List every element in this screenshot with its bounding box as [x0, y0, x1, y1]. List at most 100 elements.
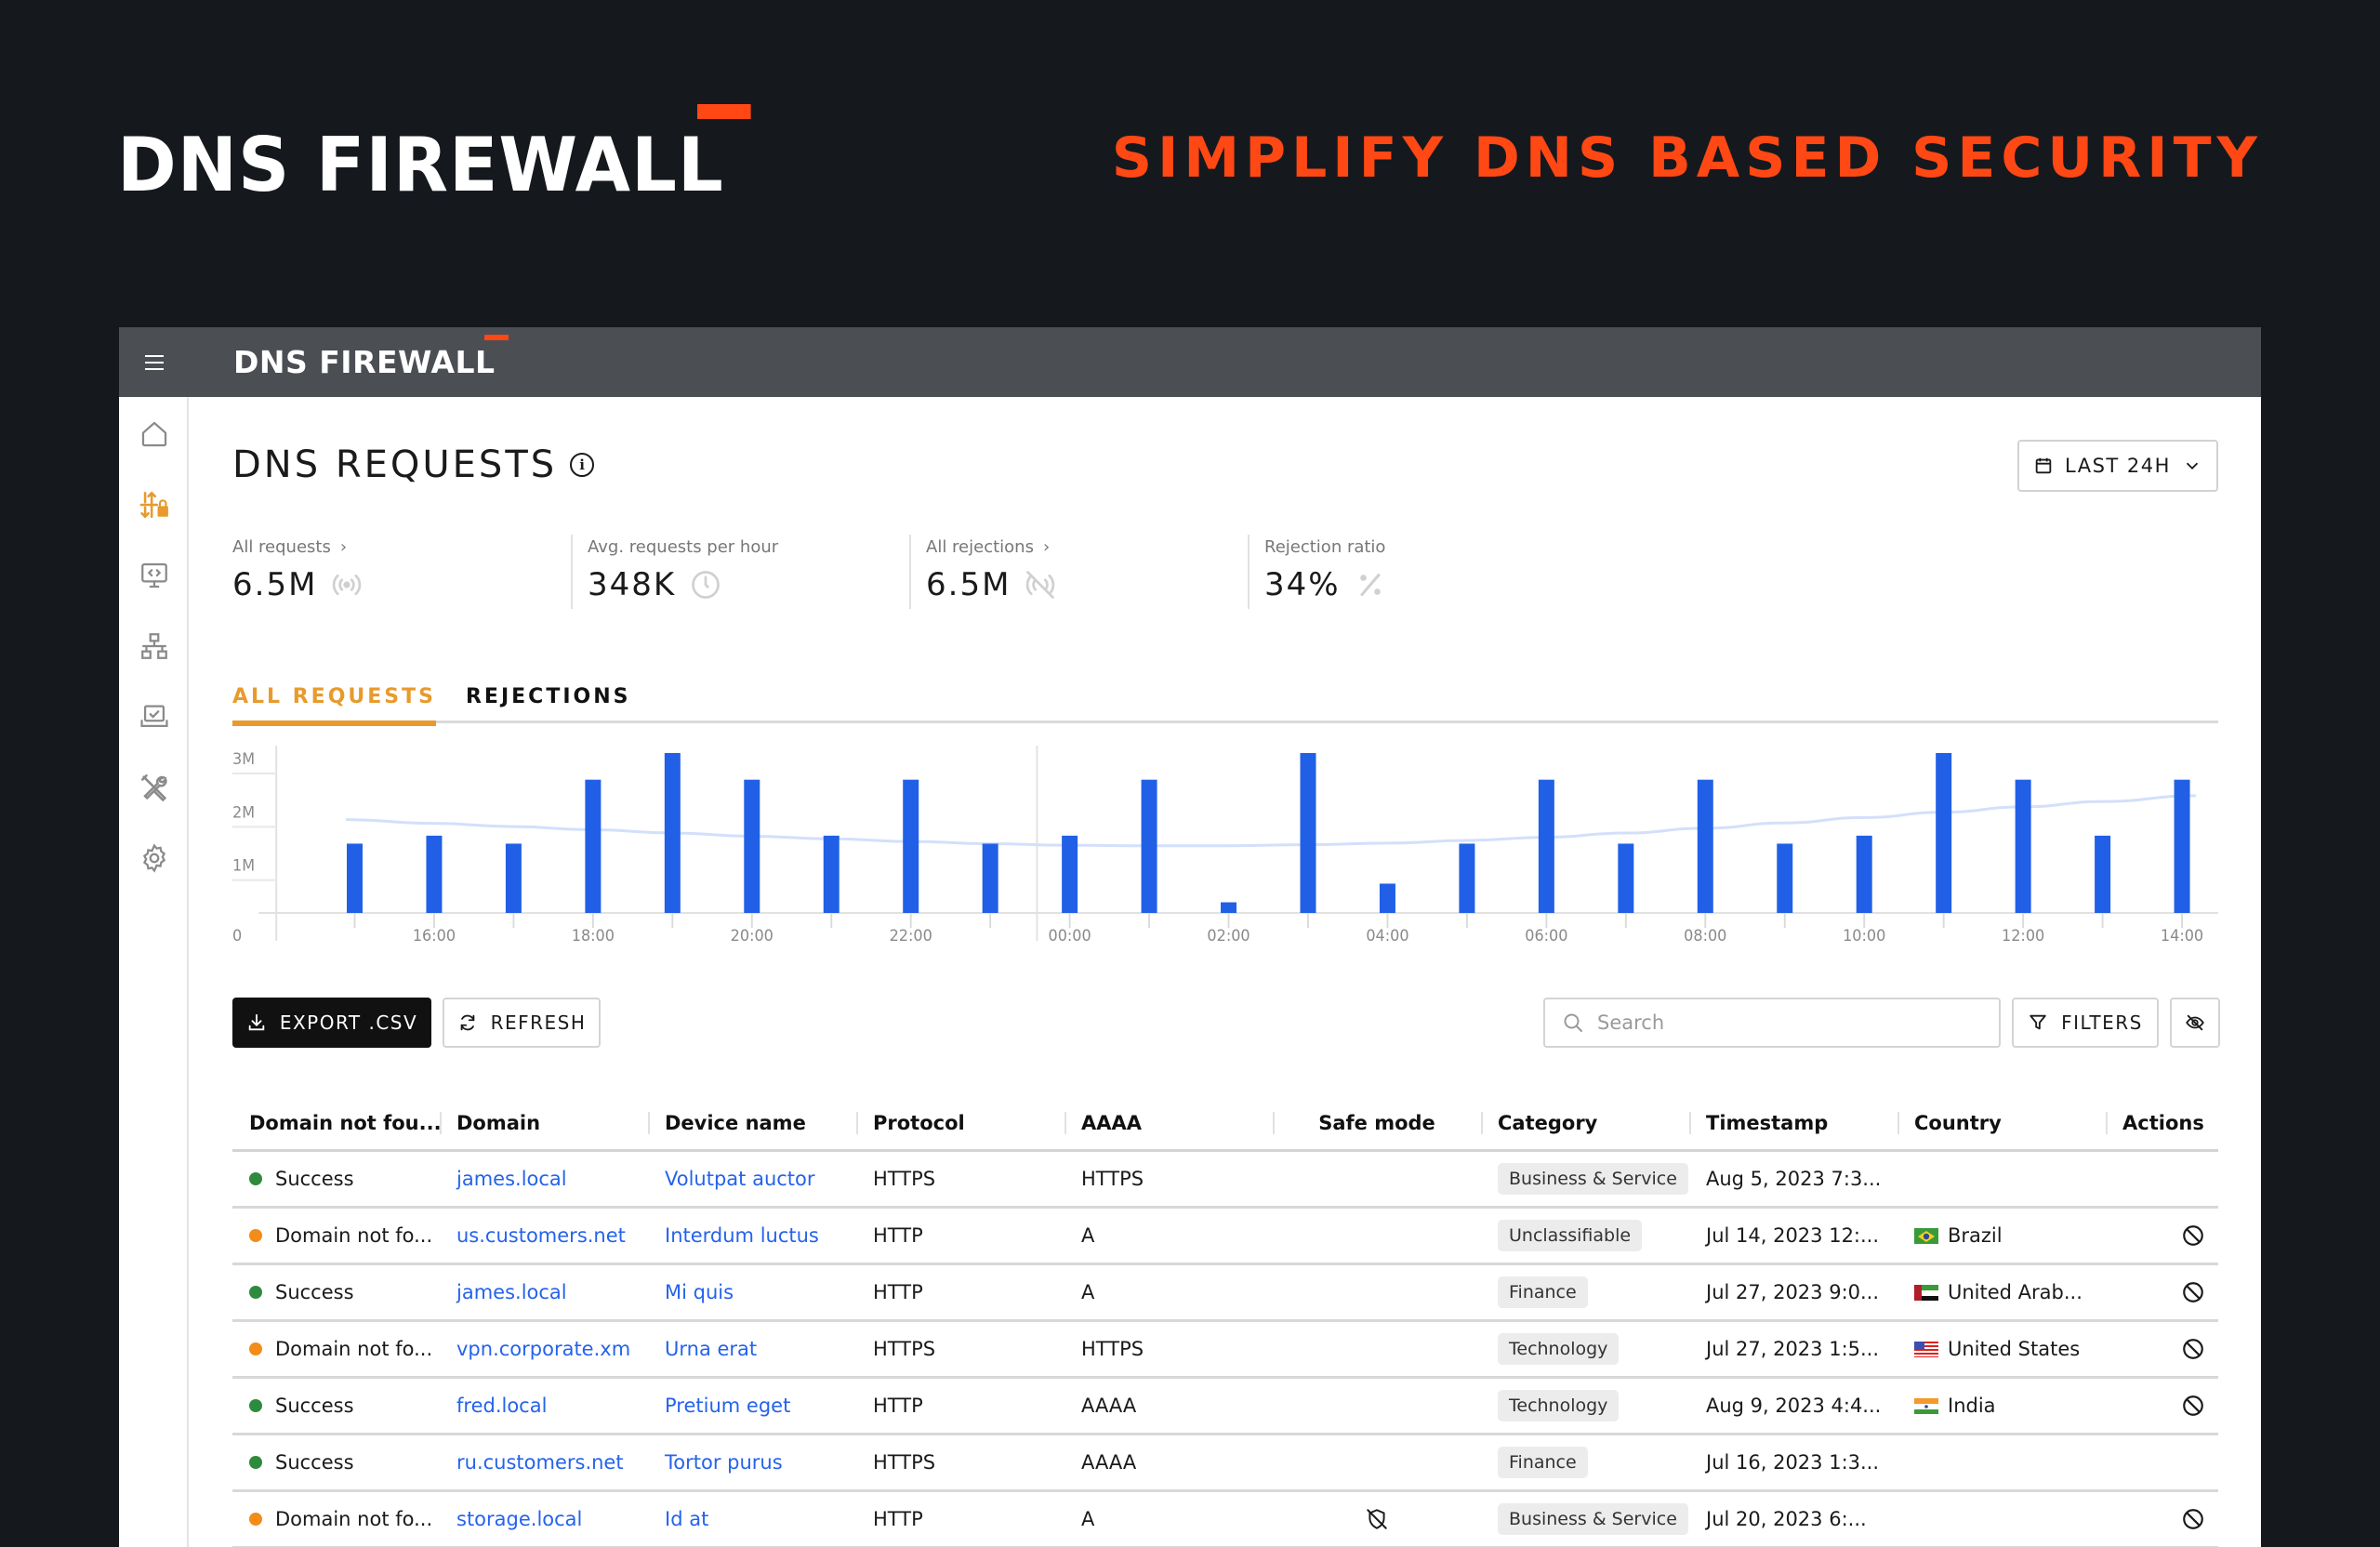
stats-row: All requests › 6.5M Avg. requests per hou… [232, 535, 1586, 609]
column-header-device-name[interactable]: Device name [648, 1111, 856, 1134]
chart-bar [1856, 835, 1872, 913]
block-icon[interactable] [2181, 1337, 2205, 1361]
cell-country: United Arab... [1897, 1281, 2106, 1303]
cell-category: Technology [1481, 1390, 1689, 1421]
sidebar-item-settings[interactable] [119, 823, 189, 893]
table-row[interactable]: Success fred.local Pretium eget HTTP AAAA Tec… [232, 1379, 2218, 1435]
cell-aaaa: A [1081, 1508, 1095, 1530]
device-link[interactable]: Urna erat [665, 1338, 757, 1360]
device-link[interactable]: Pretium eget [665, 1395, 790, 1417]
sidebar-item-dns-requests[interactable] [119, 469, 189, 540]
table-row[interactable]: Success james.local Mi quis HTTP A Finance Jul… [232, 1265, 2218, 1322]
cell-domain: us.customers.net [440, 1224, 648, 1247]
cell-device: Interdum luctus [648, 1224, 856, 1247]
device-link[interactable]: Interdum luctus [665, 1224, 819, 1247]
domain-link[interactable]: storage.local [456, 1508, 582, 1530]
app-logo[interactable]: DNS FIREWALL [233, 335, 509, 380]
hide-columns-button[interactable] [2170, 998, 2220, 1048]
hero-tagline: SIMPLIFY DNS BASED SECURITY [1111, 126, 2263, 191]
chart-bar [982, 843, 998, 913]
device-link[interactable]: Volutpat auctor [665, 1168, 815, 1190]
sidebar-item-devices[interactable] [119, 681, 189, 752]
status-dot [249, 1172, 262, 1185]
device-link[interactable]: Id at [665, 1508, 708, 1530]
search-input[interactable] [1597, 1012, 1988, 1034]
cell-actions [2106, 1507, 2220, 1531]
column-header-actions: Actions [2106, 1111, 2220, 1134]
column-header-protocol[interactable]: Protocol [856, 1111, 1064, 1134]
device-link[interactable]: Mi quis [665, 1281, 734, 1303]
cell-domain: vpn.corporate.xm [440, 1338, 648, 1360]
menu-button[interactable] [119, 327, 189, 397]
table-row[interactable]: Success ru.customers.net Tortor purus HTTPS… [232, 1435, 2218, 1492]
refresh-label: REFRESH [490, 1012, 587, 1034]
tab-rejections[interactable]: REJECTIONS [466, 672, 630, 723]
tab-all-requests[interactable]: ALL REQUESTS [232, 672, 436, 726]
status-text: Success [275, 1451, 354, 1474]
column-header-timestamp[interactable]: Timestamp [1689, 1111, 1897, 1134]
table-row[interactable]: Domain not fo... vpn.corporate.xm Urna era… [232, 1322, 2218, 1379]
status-dot [249, 1342, 262, 1355]
column-header-country[interactable]: Country [1897, 1111, 2106, 1134]
cell-timestamp: Jul 27, 2023 9:0... [1706, 1281, 1880, 1303]
cell-protocol: HTTP [873, 1395, 923, 1417]
block-icon[interactable] [2181, 1280, 2205, 1304]
table-row[interactable]: Domain not fo... us.customers.net Interdum… [232, 1209, 2218, 1265]
domain-link[interactable]: james.local [456, 1168, 567, 1190]
cell-domain: ru.customers.net [440, 1451, 648, 1474]
chevron-right-icon[interactable]: › [340, 537, 347, 557]
cell-aaaa: HTTPS [1081, 1168, 1144, 1190]
category-tag: Business & Service [1498, 1503, 1688, 1535]
logo-accent-bar [697, 104, 751, 119]
export-csv-label: EXPORT .CSV [279, 1012, 418, 1034]
cell-protocol: HTTPS [873, 1168, 936, 1190]
sidebar-item-monitor[interactable] [119, 540, 189, 611]
cell-status: Success [232, 1168, 440, 1190]
time-range-dropdown[interactable]: LAST 24H [2017, 440, 2218, 492]
domain-link[interactable]: fred.local [456, 1395, 547, 1417]
refresh-button[interactable]: REFRESH [443, 998, 601, 1048]
table-body: Success james.local Volutpat auctor HTTPS HT… [232, 1152, 2218, 1547]
sidebar-item-home[interactable] [119, 399, 189, 469]
y-tick-label: 1M [232, 856, 255, 875]
export-csv-button[interactable]: EXPORT .CSV [232, 998, 431, 1048]
x-tick-label: 14:00 [2161, 927, 2203, 945]
x-tick-label: 10:00 [1843, 927, 1885, 945]
sidebar-item-network[interactable] [119, 611, 189, 681]
device-link[interactable]: Tortor purus [665, 1451, 783, 1474]
chart-bar [2015, 779, 2031, 913]
refresh-icon [460, 1014, 474, 1031]
block-icon[interactable] [2181, 1394, 2205, 1418]
filters-button[interactable]: FILTERS [2012, 998, 2159, 1048]
info-icon[interactable]: i [570, 453, 595, 477]
column-header-category[interactable]: Category [1481, 1111, 1689, 1134]
chart-bar [664, 753, 681, 913]
column-header-status[interactable]: Domain not fou... [232, 1112, 440, 1134]
block-icon[interactable] [2181, 1223, 2205, 1248]
chevron-right-icon[interactable]: › [1043, 537, 1050, 557]
monitor-code-icon [140, 562, 167, 588]
column-header-aaaa[interactable]: AAAA [1064, 1111, 1273, 1134]
tabs: ALL REQUESTS REJECTIONS [232, 672, 2218, 726]
domain-link[interactable]: vpn.corporate.xm [456, 1338, 630, 1360]
domain-link[interactable]: us.customers.net [456, 1224, 626, 1247]
cell-timestamp: Aug 9, 2023 4:4... [1706, 1395, 1882, 1417]
category-tag: Technology [1498, 1333, 1620, 1365]
domain-link[interactable]: james.local [456, 1281, 567, 1303]
table-row[interactable]: Domain not fo... storage.local Id at HTTP A B… [232, 1492, 2218, 1547]
domain-link[interactable]: ru.customers.net [456, 1451, 624, 1474]
cell-status: Success [232, 1451, 440, 1474]
stat-label: Rejection ratio [1264, 536, 1386, 557]
block-icon[interactable] [2181, 1507, 2205, 1531]
table-row[interactable]: Success james.local Volutpat auctor HTTPS HT… [232, 1152, 2218, 1209]
cell-device: Mi quis [648, 1281, 856, 1303]
cell-status: Success [232, 1395, 440, 1417]
column-header-safe-mode[interactable]: Safe mode [1273, 1111, 1481, 1134]
sidebar-item-tools[interactable] [119, 752, 189, 823]
cell-actions [2106, 1280, 2220, 1304]
search-field[interactable] [1543, 998, 2001, 1048]
requests-chart: 0 1M 2M 3M 16:00 18:00 20:00 22:00 00:00 02:00 04:… [232, 746, 2218, 959]
clock-icon [692, 571, 721, 599]
column-header-domain[interactable]: Domain [440, 1111, 648, 1134]
cell-device: Urna erat [648, 1338, 856, 1360]
